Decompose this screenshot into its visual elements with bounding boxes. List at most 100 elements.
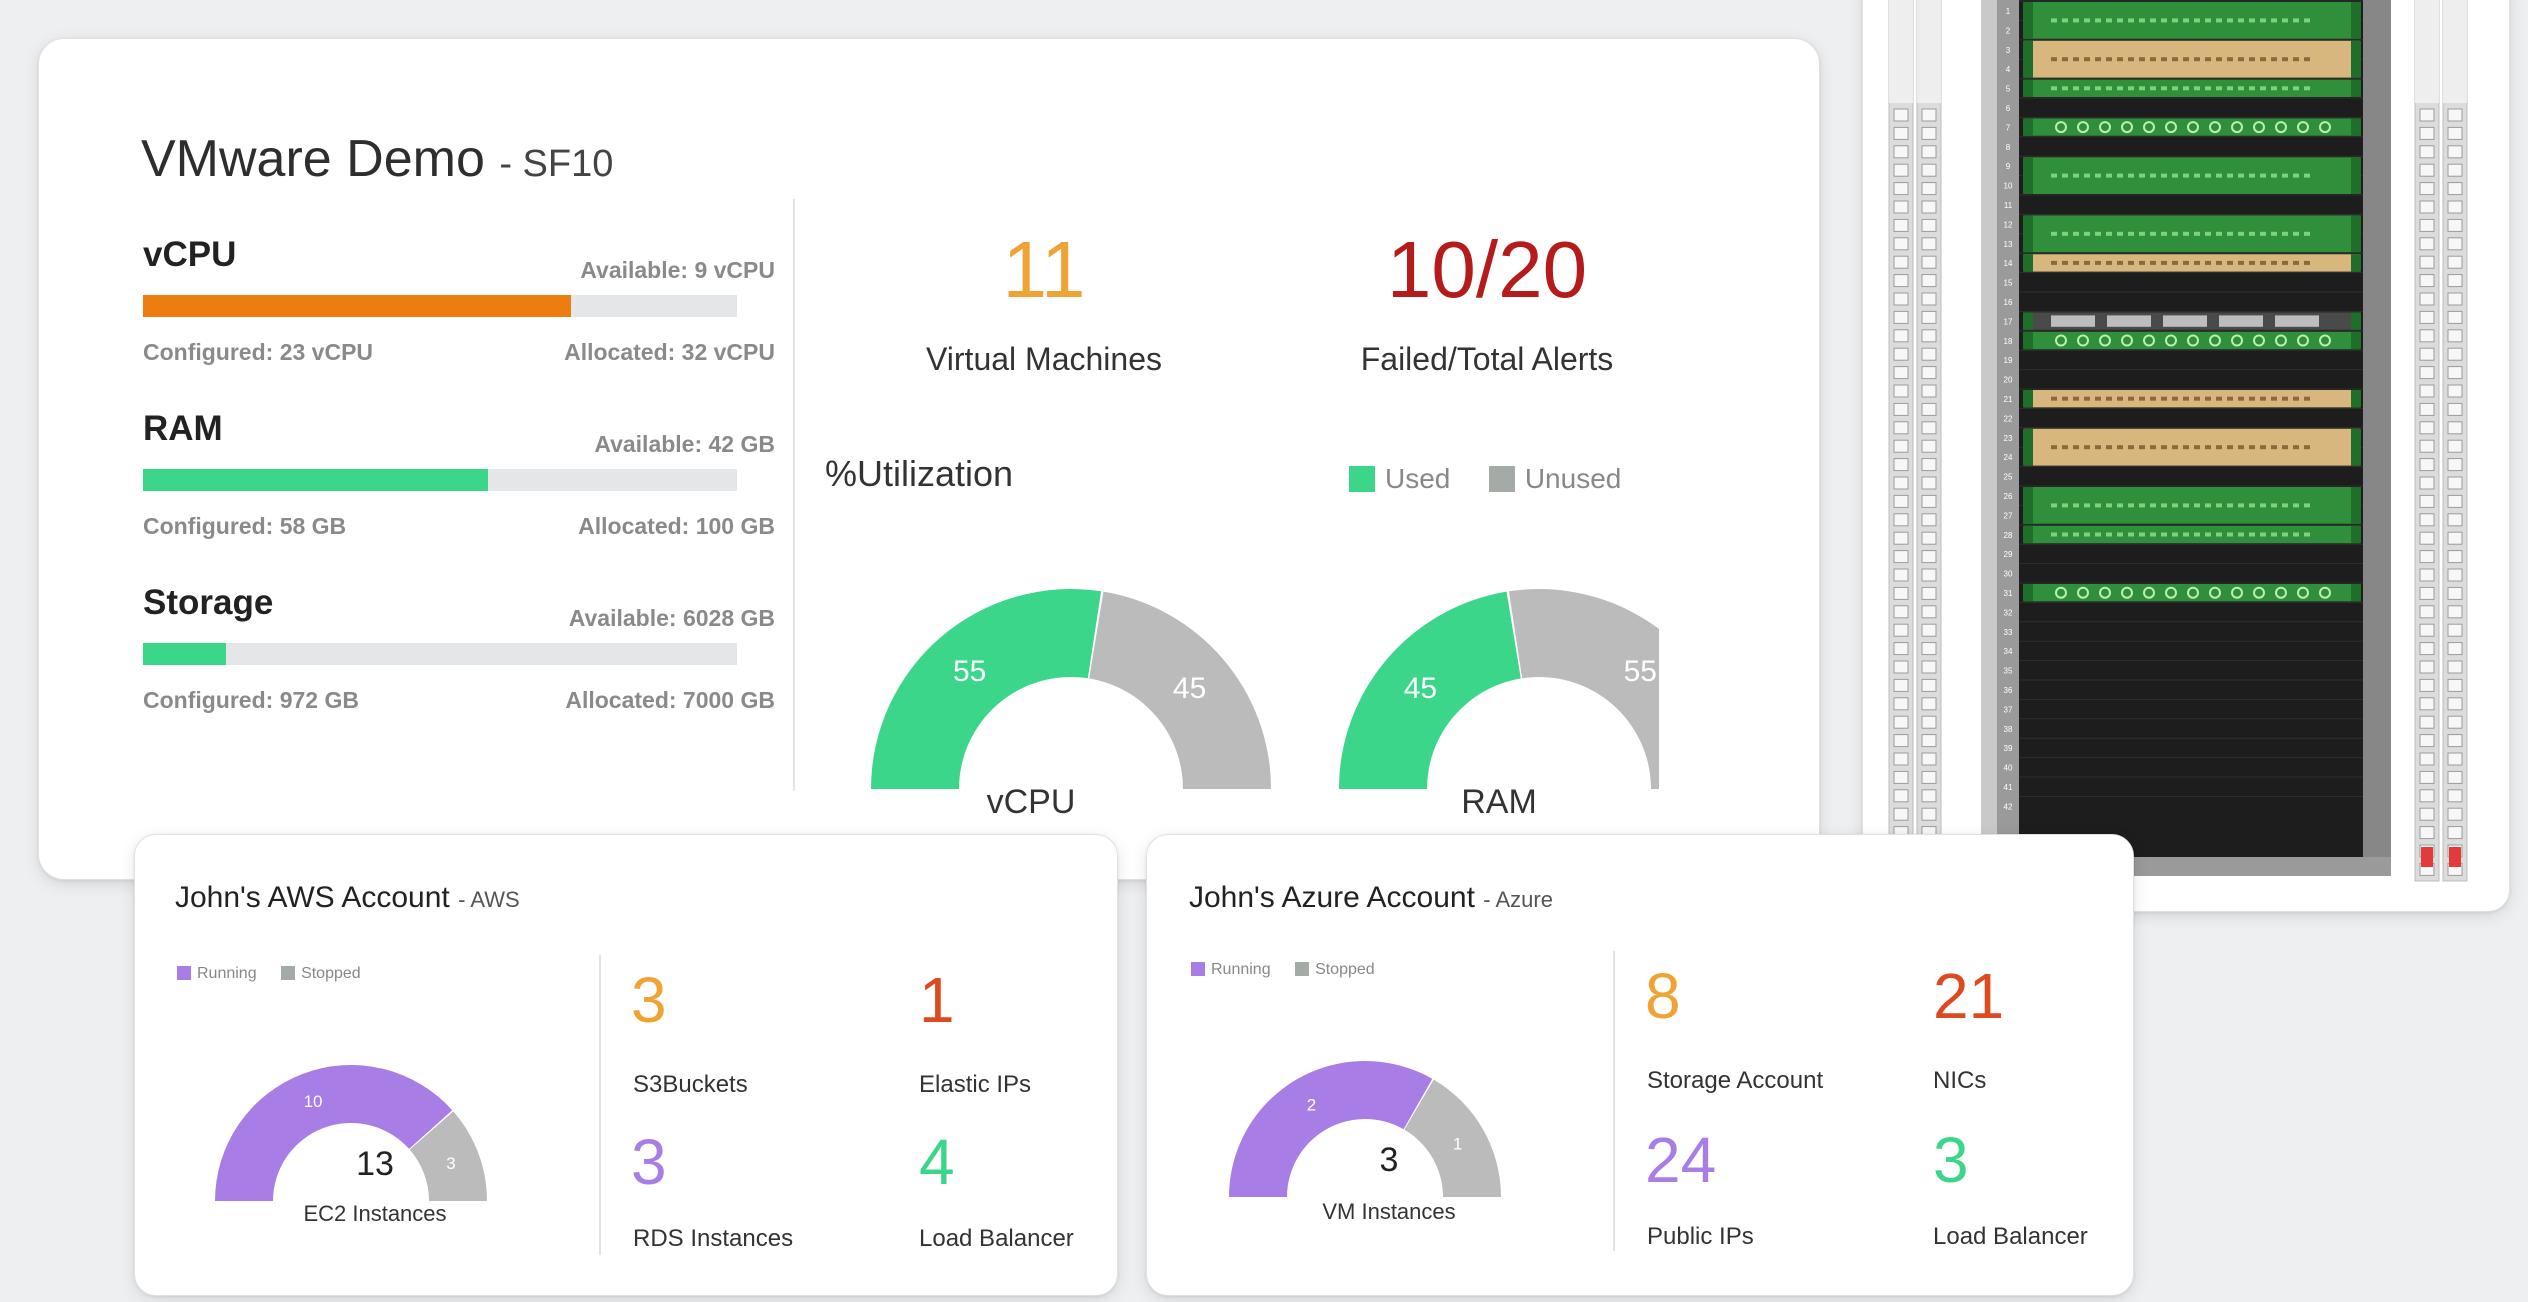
pdu-outlet bbox=[1893, 752, 1909, 766]
legend-unused-label: Unused bbox=[1524, 463, 1622, 494]
storage-bar-fill bbox=[143, 643, 227, 665]
server-ear-left bbox=[2023, 428, 2033, 466]
rack-unit-number: 3 bbox=[2006, 46, 2011, 55]
server-vent bbox=[2117, 396, 2123, 401]
pdu-outlet bbox=[2419, 660, 2435, 674]
ram-available: Available: 42 GB bbox=[594, 431, 775, 457]
server-vent bbox=[2216, 57, 2222, 62]
server-vent bbox=[2304, 503, 2310, 508]
server-vent bbox=[2293, 86, 2299, 91]
server-vent bbox=[2073, 445, 2079, 450]
server-rack-illustration: 1234567891011121314151617181920212223242… bbox=[1888, 0, 2468, 882]
server-vent bbox=[2249, 231, 2255, 236]
server-vent bbox=[2260, 396, 2266, 401]
server-vent bbox=[2172, 57, 2178, 62]
utilization-title: %Utilization bbox=[825, 453, 1014, 494]
server-vent bbox=[2139, 18, 2145, 23]
server-vent bbox=[2051, 445, 2057, 450]
pdu-outlet bbox=[1921, 347, 1937, 361]
pdu-outlet bbox=[1921, 218, 1937, 232]
server-vent bbox=[2106, 503, 2112, 508]
storage-bar-track bbox=[143, 643, 737, 665]
server-vent bbox=[2216, 396, 2222, 401]
pdu-outlet bbox=[2419, 347, 2435, 361]
vmware-title: VMware Demo bbox=[141, 130, 485, 188]
server-vent bbox=[2271, 532, 2277, 537]
azure-card: John's Azure Account - Azure Running Sto… bbox=[1146, 834, 2134, 1296]
pdu-outlet bbox=[2419, 770, 2435, 784]
server-vent bbox=[2282, 57, 2288, 62]
rack-server-unit bbox=[2023, 331, 2361, 350]
pdu-outlet bbox=[1921, 476, 1937, 490]
server-vent bbox=[2172, 503, 2178, 508]
server-vent bbox=[2150, 396, 2156, 401]
ram-configured: Configured: 58 GB bbox=[143, 513, 347, 539]
rack-unit-number: 12 bbox=[2004, 220, 2013, 229]
rack-unit-number: 22 bbox=[2004, 414, 2013, 423]
rack-unit-number: 21 bbox=[2004, 395, 2013, 404]
server-vent bbox=[2260, 173, 2266, 178]
server-vent bbox=[2117, 532, 2123, 537]
pdu-outlet bbox=[1921, 642, 1937, 656]
azure-vm-gauge: 21 bbox=[1229, 1061, 1501, 1197]
server-ear-left bbox=[2023, 2, 2033, 39]
rack-unit-number: 38 bbox=[2004, 725, 2013, 734]
server-vent bbox=[2227, 445, 2233, 450]
legend-unused: Unused bbox=[1488, 463, 1622, 494]
server-vent bbox=[2293, 532, 2299, 537]
azure-vm-total: 3 bbox=[1379, 1141, 1399, 1179]
azure-public-ip-label: Public IPs bbox=[1647, 1223, 1754, 1250]
server-vent bbox=[2282, 231, 2288, 236]
server-vent bbox=[2227, 57, 2233, 62]
server-ear-left bbox=[2023, 331, 2033, 350]
pdu-outlet bbox=[1921, 200, 1937, 214]
server-vent bbox=[2282, 18, 2288, 23]
pdu-outlet bbox=[1893, 274, 1909, 288]
pdu-outlet bbox=[1921, 439, 1937, 453]
pdu-outlet bbox=[1893, 329, 1909, 343]
server-vent bbox=[2062, 396, 2068, 401]
aws-lb-label: Load Balancer bbox=[919, 1225, 1074, 1252]
server-vent bbox=[2271, 86, 2277, 91]
server-vent bbox=[2161, 445, 2167, 450]
server-vent bbox=[2183, 86, 2189, 91]
pdu-outlet bbox=[1893, 568, 1909, 582]
pdu-outlet bbox=[1893, 715, 1909, 729]
rack-unit-number: 33 bbox=[2004, 628, 2013, 637]
pdu-outlet bbox=[2419, 513, 2435, 527]
aws-rds-count: 3 bbox=[631, 1126, 667, 1198]
vcpu-bar-fill bbox=[143, 295, 571, 317]
server-vent bbox=[2271, 260, 2277, 265]
pdu-outlet bbox=[2419, 366, 2435, 380]
aws-legend: Running Stopped bbox=[177, 965, 361, 983]
server-vent bbox=[2128, 445, 2134, 450]
pdu-outlet bbox=[2419, 384, 2435, 398]
pdu-outlet bbox=[2447, 807, 2463, 821]
pdu-outlet bbox=[2447, 439, 2463, 453]
server-vent bbox=[2183, 503, 2189, 508]
server-vent bbox=[2260, 57, 2266, 62]
rack-unit-number: 30 bbox=[2004, 570, 2013, 579]
server-vent bbox=[2249, 173, 2255, 178]
server-vent bbox=[2139, 532, 2145, 537]
azure-legend: Running Stopped bbox=[1191, 961, 1375, 979]
server-vent bbox=[2172, 396, 2178, 401]
server-vent bbox=[2227, 532, 2233, 537]
server-vent bbox=[2106, 396, 2112, 401]
pdu-outlet bbox=[1921, 237, 1937, 251]
server-vent bbox=[2304, 260, 2310, 265]
azure-public-ip-count: 24 bbox=[1645, 1124, 1717, 1196]
server-vent bbox=[2249, 396, 2255, 401]
server-vent bbox=[2106, 231, 2112, 236]
pdu-outlet bbox=[2419, 292, 2435, 306]
pdu-outlet bbox=[1893, 586, 1909, 600]
server-vent bbox=[2095, 231, 2101, 236]
server-vent bbox=[2073, 503, 2079, 508]
pdu-outlet bbox=[2419, 439, 2435, 453]
vcpu-used-arc bbox=[871, 589, 1102, 789]
pdu-outlet bbox=[2419, 807, 2435, 821]
pdu-outlet bbox=[2447, 108, 2463, 122]
server-vent bbox=[2150, 532, 2156, 537]
server-vent bbox=[2128, 532, 2134, 537]
pdu-outlet bbox=[1893, 623, 1909, 637]
